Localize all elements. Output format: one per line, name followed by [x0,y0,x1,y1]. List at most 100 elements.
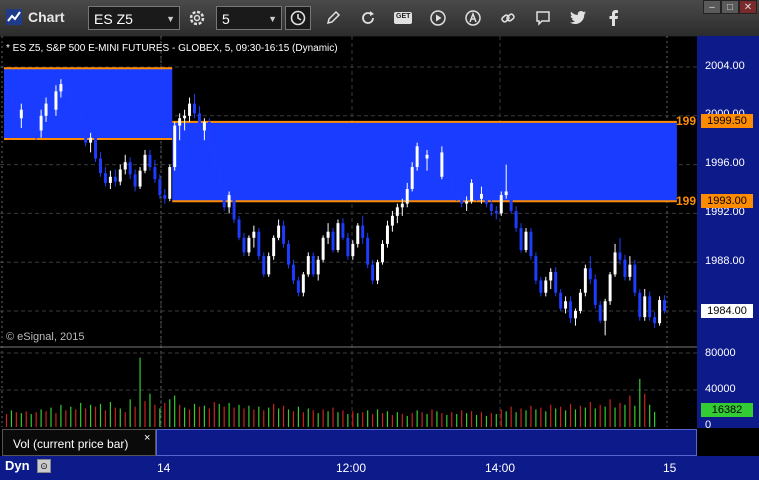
candle-body [504,191,508,196]
candle-body [475,182,478,199]
candle-body [435,170,439,177]
candle-body [202,121,206,131]
candle-body [49,103,53,110]
candle-body [282,225,286,244]
price-zone [4,68,173,139]
candle-body [24,109,28,116]
candle-body [272,237,276,257]
candle-body [514,210,518,229]
candle-body [445,152,449,175]
candle-body [385,225,389,244]
watermark: © eSignal, 2015 [6,331,85,343]
candle-body [237,219,241,238]
candle-body [74,103,78,110]
candle-body [390,215,394,226]
lock-icon[interactable]: ⊙ [37,459,51,473]
candle-body [123,162,127,170]
candle-body [633,264,637,293]
candle-body [79,109,83,125]
candle-body [207,121,211,147]
candle-body [326,231,330,238]
candle-body [346,237,350,257]
candle-body [4,85,8,98]
candle-body [59,84,63,92]
candle-body [524,231,528,250]
candle-body [262,256,266,275]
candle-body [331,231,335,250]
candle-body [603,301,607,321]
candle-body [559,292,563,309]
candle-body [628,264,632,277]
upper-level-label: 199 [676,114,697,128]
candle-body [569,301,573,319]
price-zone [172,121,677,202]
candle-body [19,109,23,119]
candle-body [460,195,464,204]
candle-body [217,167,221,189]
candle-body [173,125,177,168]
candle-body [143,154,147,171]
candle-body [484,193,488,204]
candle-body [593,279,597,305]
candle-body [54,91,58,110]
candle-body [598,304,602,321]
time-label: 12:00 [336,461,367,475]
candle-body [183,115,187,119]
candle-body [494,210,498,214]
dynamic-mode-label[interactable]: Dyn [5,458,30,473]
candle-body [148,154,152,168]
volume-label: 40000 [705,383,736,395]
candle-body [158,179,162,196]
candle-body [321,237,325,260]
candle-body [381,243,384,263]
volume-label: 80000 [705,347,736,359]
candle-body [128,162,132,175]
chart-canvas[interactable] [0,0,759,480]
candle-body [247,237,251,253]
current-volume-box: 16382 [701,403,753,417]
candle-body [153,167,157,180]
candle-body [212,146,216,168]
candle-body [366,237,370,265]
candle-body [420,146,424,159]
symbol-description: * ES Z5, S&P 500 E-MINI FUTURES - GLOBEX… [6,43,338,54]
candle-body [583,268,587,293]
volume-study-name: Vol (current price bar) [13,437,129,451]
candle-body [222,189,226,208]
volume-study-label[interactable]: Vol (current price bar) [2,429,156,456]
candle-body [638,292,642,318]
candle-body [257,231,261,257]
time-axis[interactable] [0,456,759,480]
close-study-icon[interactable]: × [144,432,150,444]
candle-body [554,271,558,293]
candle-body [252,231,256,238]
candle-body [613,252,617,275]
candle-body [658,300,662,324]
candle-body [539,280,543,293]
time-label: 14 [157,461,171,475]
candle-body [405,189,409,204]
candle-body [529,231,533,257]
candle-body [336,223,340,250]
candle-body [193,103,196,114]
candle-body [663,300,667,311]
candle-body [549,271,553,281]
price-label: 2004.00 [705,60,745,72]
candle-body [113,176,117,182]
candle-body [39,115,43,131]
candle-body [578,292,582,311]
upper-level-price-box: 1999.50 [701,114,753,128]
candle-body [430,154,434,171]
candle-body [509,191,513,211]
candle-body [400,203,404,208]
candle-body [103,173,107,183]
candle-body [9,97,13,107]
candle-body [34,128,38,131]
price-label: 1988.00 [705,255,745,267]
price-axis[interactable] [697,36,759,428]
volume-study-bar [156,429,697,456]
candle-body [425,154,429,159]
candle-body [64,84,68,92]
volume-label: 0 [705,419,712,431]
candle-body [291,264,295,281]
